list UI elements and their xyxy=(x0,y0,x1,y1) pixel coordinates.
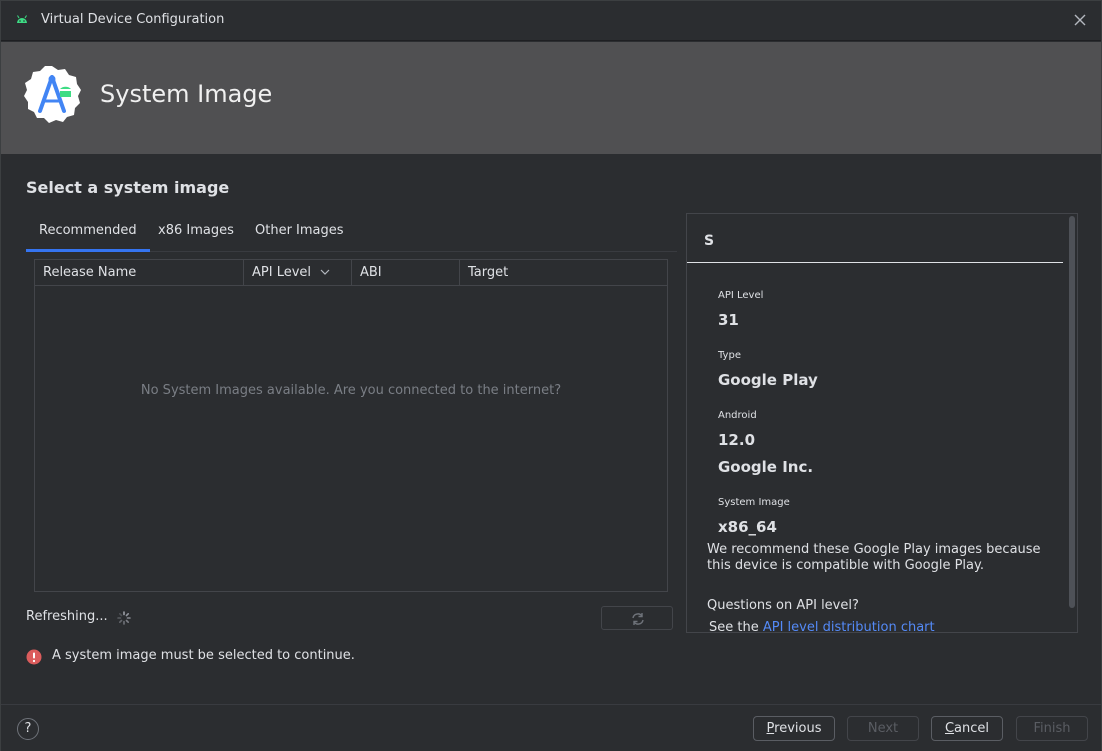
refresh-status: Refreshing... xyxy=(26,609,108,624)
next-button[interactable]: Next xyxy=(847,716,919,741)
column-api-level-label: API Level xyxy=(252,265,312,280)
tab-recommended[interactable]: Recommended xyxy=(26,214,150,252)
error-icon xyxy=(26,649,42,665)
system-image-table[interactable]: Release Name API Level ABI Target No Sys… xyxy=(34,259,668,592)
api-level-value: 31 xyxy=(718,311,739,329)
table-header: Release Name API Level ABI Target xyxy=(35,260,667,286)
cancel-label: ancel xyxy=(954,721,990,736)
column-abi[interactable]: ABI xyxy=(352,260,460,286)
column-target[interactable]: Target xyxy=(460,260,667,286)
previous-mnemonic: P xyxy=(766,721,775,736)
api-question-text: Questions on API level? xyxy=(707,598,859,613)
android-label: Android xyxy=(718,410,757,421)
api-distribution-link[interactable]: API level distribution chart xyxy=(763,620,935,632)
android-version-value: 12.0 xyxy=(718,431,756,449)
empty-table-message: No System Images available. Are you conn… xyxy=(140,383,562,398)
android-studio-logo-icon xyxy=(24,66,81,123)
error-message: A system image must be selected to conti… xyxy=(52,648,355,663)
previous-button[interactable]: Previous xyxy=(753,716,835,741)
cancel-button[interactable]: Cancel xyxy=(931,716,1003,741)
image-tabs: Recommended x86 Images Other Images xyxy=(26,214,677,252)
android-icon xyxy=(17,15,27,23)
spinner-icon xyxy=(117,611,131,625)
previous-label: revious xyxy=(774,721,822,736)
header-banner: System Image xyxy=(1,42,1101,154)
refresh-button[interactable] xyxy=(601,606,673,630)
vendor-value: Google Inc. xyxy=(718,458,814,476)
system-image-value: x86_64 xyxy=(718,518,777,536)
image-info-panel: S API Level 31 Type Google Play Android … xyxy=(686,213,1078,633)
refresh-icon xyxy=(632,613,644,625)
dialog-window: Virtual Device Configuration System Imag… xyxy=(0,0,1102,751)
window-title: Virtual Device Configuration xyxy=(41,12,225,27)
dialog-footer: ? Previous Next Cancel Finish xyxy=(1,704,1101,751)
system-image-label: System Image xyxy=(718,497,790,508)
title-bar: Virtual Device Configuration xyxy=(1,1,1101,41)
api-level-label: API Level xyxy=(718,290,764,301)
info-scrollbar[interactable] xyxy=(1069,216,1075,608)
tab-other-images[interactable]: Other Images xyxy=(242,214,357,252)
close-icon[interactable] xyxy=(1071,11,1089,29)
section-title: Select a system image xyxy=(26,178,230,197)
page-heading: System Image xyxy=(100,80,273,108)
finish-button[interactable]: Finish xyxy=(1016,716,1088,741)
divider xyxy=(687,262,1063,263)
type-value: Google Play xyxy=(718,371,818,389)
recommendation-text: We recommend these Google Play images be… xyxy=(707,542,1041,573)
help-button[interactable]: ? xyxy=(17,718,39,740)
type-label: Type xyxy=(718,350,741,361)
cancel-mnemonic: C xyxy=(944,721,955,736)
chevron-down-icon xyxy=(320,269,330,275)
column-release-name[interactable]: Release Name xyxy=(35,260,244,286)
image-name: S xyxy=(704,233,715,249)
api-chart-line: See the API level distribution chart xyxy=(709,620,1049,633)
see-the-text: See the xyxy=(709,620,763,633)
tab-x86-images[interactable]: x86 Images xyxy=(145,214,247,252)
column-api-level[interactable]: API Level xyxy=(244,260,352,286)
